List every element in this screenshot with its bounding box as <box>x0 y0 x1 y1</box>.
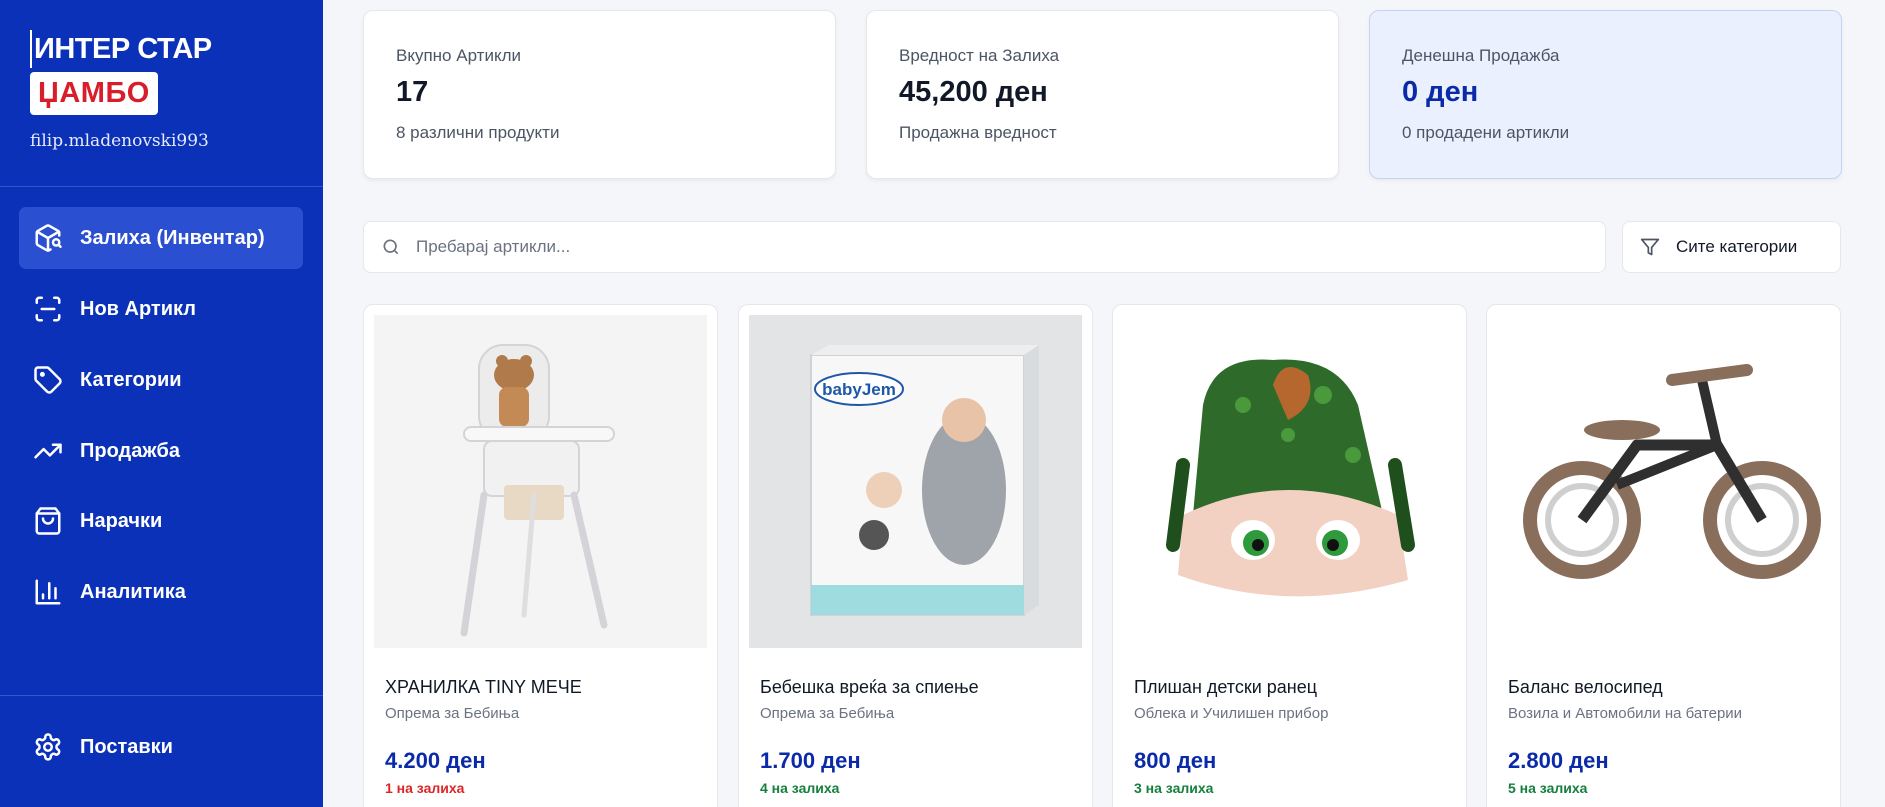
brand-logo: ЏАМБО <box>30 72 158 115</box>
product-brand-text: babyJem <box>822 380 896 399</box>
product-name: Плишан детски ранец <box>1134 677 1318 697</box>
sidebar-item-label: Аналитика <box>80 580 186 603</box>
search-input[interactable] <box>416 237 1566 257</box>
sidebar-item-label: Нарачки <box>80 509 163 532</box>
product-category: Облека и Училишен прибор <box>1134 705 1329 722</box>
stat-label: Денешна Продажба <box>1402 46 1560 65</box>
product-stock: 3 на залиха <box>1134 780 1214 796</box>
product-stock: 5 на залиха <box>1508 780 1588 796</box>
product-card[interactable]: babyJem Бебешка вреќа за спиење Опрема з… <box>738 304 1093 807</box>
search-icon <box>383 239 399 255</box>
sidebar-item-settings[interactable]: Поставки <box>19 716 303 778</box>
product-image-high-chair <box>374 315 707 648</box>
product-price: 4.200 ден <box>385 748 486 773</box>
product-name: ХРАНИЛКА TINY МЕЧЕ <box>385 677 582 697</box>
stat-subtext: 0 продадени артикли <box>1402 123 1570 142</box>
sidebar-item-label: Залиха (Инвентар) <box>80 226 265 249</box>
shopping-bag-icon <box>35 507 61 535</box>
product-image-plush-backpack <box>1123 315 1456 648</box>
search-bar <box>363 221 1606 273</box>
product-price: 800 ден <box>1134 748 1217 773</box>
product-name: Баланс велосипед <box>1508 677 1663 697</box>
sidebar-item-label: Нов Артикл <box>80 297 196 320</box>
stat-value: 45,200 ден <box>899 76 1048 108</box>
scan-icon <box>35 296 61 322</box>
category-filter-label: Сите категории <box>1676 237 1798 256</box>
stat-value: 17 <box>396 76 429 108</box>
stat-label: Вредност на Залиха <box>899 46 1060 65</box>
stat-card-daily-sales: Денешна Продажба 0 ден 0 продадени артик… <box>1369 10 1842 179</box>
stat-card-inventory-value: Вредност на Залиха 45,200 ден Продажна в… <box>866 10 1339 179</box>
sidebar: ИНТЕР СТАР ЏАМБО filip.mladenovski993 За… <box>0 0 323 807</box>
gear-icon <box>35 733 61 761</box>
product-card[interactable]: Баланс велосипед Возила и Автомобили на … <box>1486 304 1841 807</box>
product-stock: 4 на залиха <box>760 780 840 796</box>
sidebar-divider <box>0 186 323 187</box>
sidebar-item-label: Поставки <box>80 735 173 758</box>
product-card[interactable]: ХРАНИЛКА TINY МЕЧЕ Опрема за Бебиња 4.20… <box>363 304 718 807</box>
product-stock: 1 на залиха <box>385 780 465 796</box>
product-price: 1.700 ден <box>760 748 861 773</box>
user-name: filip.mladenovski993 <box>30 131 209 151</box>
brand: ИНТЕР СТАР ЏАМБО <box>30 30 212 115</box>
sidebar-item-label: Категории <box>80 368 182 391</box>
brand-title: ИНТЕР СТАР <box>30 30 212 68</box>
inventory-search-icon <box>35 224 62 252</box>
stat-card-total-items: Вкупно Артикли 17 8 различни продукти <box>363 10 836 179</box>
product-category: Опрема за Бебиња <box>760 705 895 722</box>
stat-subtext: 8 различни продукти <box>396 123 560 142</box>
bar-chart-icon <box>35 579 61 605</box>
stat-label: Вкупно Артикли <box>396 46 521 65</box>
product-image-sleeping-bag: babyJem <box>749 315 1082 648</box>
sidebar-item-inventory[interactable]: Залиха (Инвентар) <box>19 207 303 269</box>
product-name: Бебешка вреќа за спиење <box>760 677 979 697</box>
product-card[interactable]: Плишан детски ранец Облека и Училишен пр… <box>1112 304 1467 807</box>
sidebar-item-new-item[interactable]: Нов Артикл <box>19 278 303 340</box>
product-category: Возила и Автомобили на батерии <box>1508 705 1743 722</box>
stat-value: 0 ден <box>1402 76 1479 108</box>
stat-subtext: Продажна вредност <box>899 123 1057 142</box>
sidebar-item-label: Продажба <box>80 439 181 462</box>
trending-up-icon <box>34 443 62 459</box>
sidebar-divider <box>0 695 323 696</box>
sidebar-item-categories[interactable]: Категории <box>19 349 303 411</box>
product-price: 2.800 ден <box>1508 748 1609 773</box>
sidebar-item-sales[interactable]: Продажба <box>19 420 303 482</box>
tag-icon <box>34 366 62 394</box>
product-image-balance-bike <box>1497 315 1830 648</box>
category-filter-dropdown[interactable]: Сите категории <box>1622 221 1841 273</box>
product-category: Опрема за Бебиња <box>385 705 520 722</box>
sidebar-item-analytics[interactable]: Аналитика <box>19 561 303 623</box>
sidebar-item-orders[interactable]: Нарачки <box>19 490 303 552</box>
filter-icon <box>1640 238 1660 256</box>
